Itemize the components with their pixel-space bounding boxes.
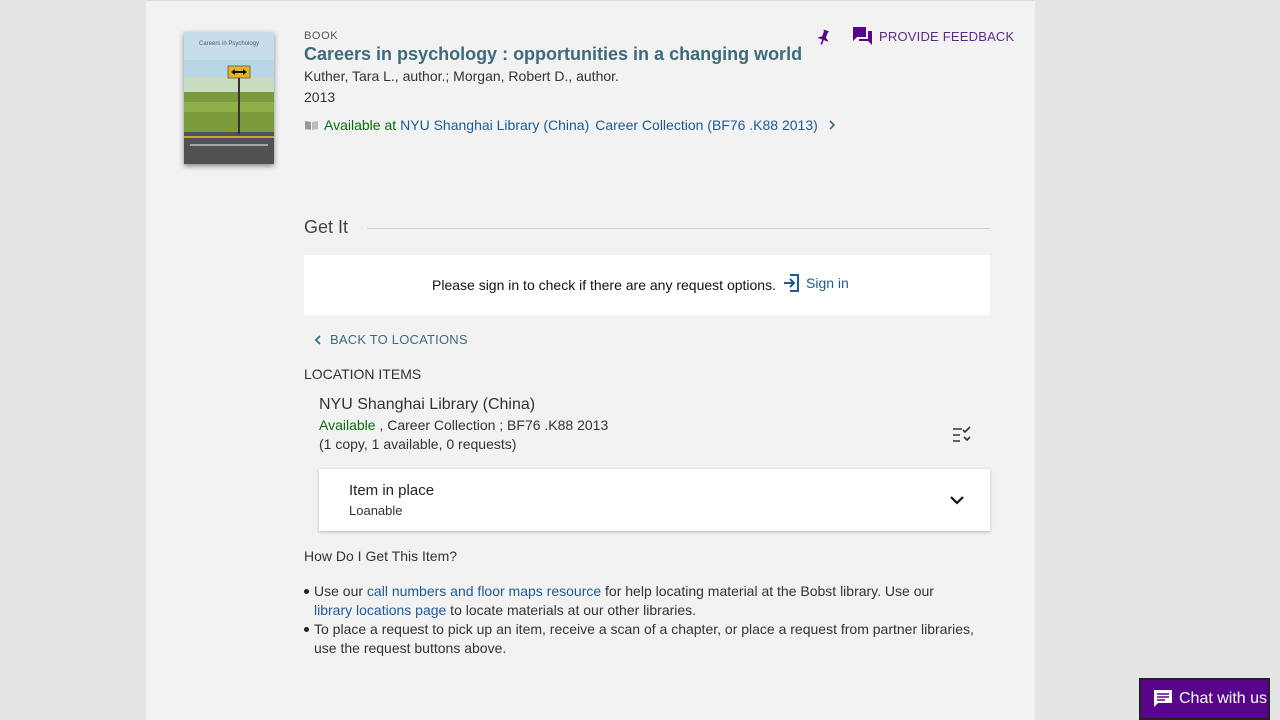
chat-with-us-button[interactable]: Chat with us (1139, 678, 1270, 720)
chevron-down-icon (950, 496, 964, 505)
sign-in-box: Please sign in to check if there are any… (304, 255, 990, 315)
book-cover-image[interactable]: Careers in Psychology (184, 32, 274, 164)
location-library-name: NYU Shanghai Library (China) (319, 396, 536, 413)
availability-location[interactable]: Career Collection (BF76 .K88 2013) (595, 117, 818, 133)
resource-type: BOOK (304, 30, 339, 42)
sign-in-label: Sign in (806, 275, 849, 291)
filter-items-button[interactable] (952, 426, 972, 447)
chat-icon (1154, 690, 1172, 707)
help-heading: How Do I Get This Item? (304, 548, 458, 564)
help-bullet-1: Use our call numbers and floor maps reso… (304, 582, 974, 620)
item-policy: Loanable (349, 503, 403, 518)
provide-feedback-button[interactable]: PROVIDE FEEDBACK (852, 26, 1014, 46)
section-divider (367, 228, 990, 229)
back-to-locations-label: BACK TO LOCATIONS (330, 332, 468, 347)
library-locations-link[interactable]: library locations page (314, 602, 446, 618)
help-text: to locate materials at our other librari… (446, 602, 697, 618)
sign-in-link[interactable]: Sign in (782, 273, 849, 293)
help-text: for help locating material at the Bobst … (601, 583, 934, 599)
location-status: Available (319, 417, 376, 433)
location-copies: (1 copy, 1 available, 0 requests) (319, 436, 517, 452)
feedback-chat-icon (853, 27, 872, 45)
sign-in-icon (784, 274, 799, 292)
availability-line[interactable]: Available at NYU Shanghai Library (China… (304, 117, 838, 133)
call-numbers-link[interactable]: call numbers and floor maps resource (367, 583, 601, 599)
item-status: Item in place (349, 482, 435, 499)
help-bullet-2: To place a request to pick up an item, r… (304, 621, 974, 656)
back-to-locations-button[interactable]: BACK TO LOCATIONS (314, 332, 468, 347)
book-open-icon (305, 121, 318, 130)
availability-library[interactable]: NYU Shanghai Library (China) (400, 117, 589, 133)
location-items-heading: LOCATION ITEMS (304, 366, 422, 382)
chat-label: Chat with us (1179, 690, 1268, 707)
chevron-left-icon (314, 334, 321, 345)
pin-button[interactable] (816, 28, 832, 49)
pin-icon (818, 29, 830, 45)
availability-status: Available at (324, 117, 397, 133)
record-authors: Kuther, Tara L., author.; Morgan, Robert… (304, 68, 619, 84)
sign-in-prompt: Please sign in to check if there are any… (432, 277, 776, 293)
record-title[interactable]: Careers in psychology : opportunities in… (304, 44, 802, 65)
expand-item-button[interactable] (949, 493, 965, 509)
location-collection: , Career Collection ; BF76 .K88 2013 (375, 417, 609, 433)
feedback-label: PROVIDE FEEDBACK (879, 28, 1015, 44)
filter-list-icon (953, 426, 971, 442)
record-year: 2013 (304, 89, 336, 105)
chevron-right-icon (829, 120, 835, 130)
item-row[interactable]: Item in place Loanable (319, 469, 990, 531)
record-panel: Careers in Psychology BOOK Careers in ps… (146, 0, 1035, 720)
cover-text: Careers in Psychology (198, 41, 260, 47)
get-it-heading: Get It (304, 217, 349, 237)
location-status-line: Available , Career Collection ; BF76 .K8… (319, 417, 608, 433)
help-text: Use our (314, 583, 367, 599)
